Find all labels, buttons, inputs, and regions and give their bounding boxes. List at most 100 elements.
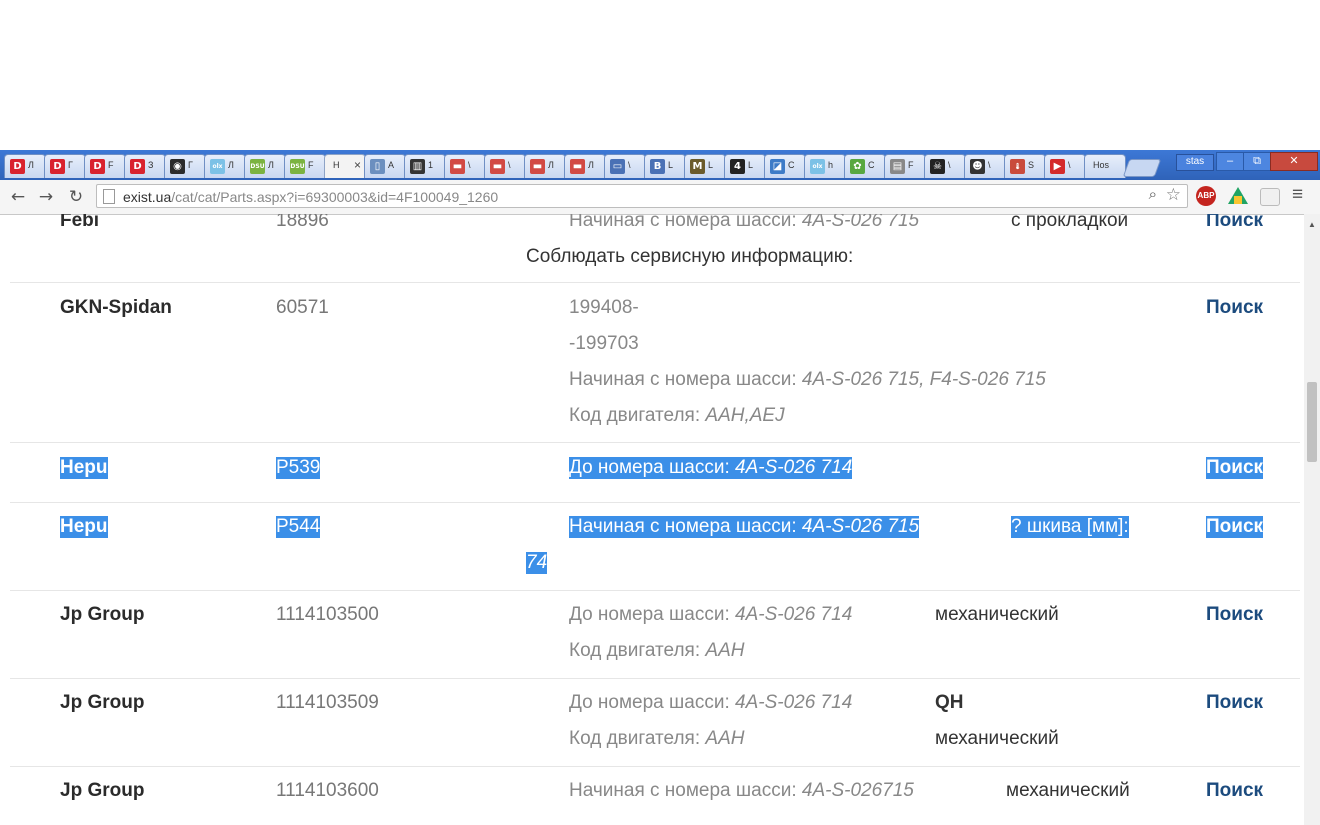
- browser-tab[interactable]: Hos: [1084, 154, 1126, 178]
- tab-label: F: [308, 160, 314, 170]
- tab-label: h: [828, 160, 834, 170]
- info-value: AAH: [705, 728, 745, 749]
- tab-favicon-icon: 🌡: [1010, 159, 1025, 174]
- tab-label: С: [868, 160, 875, 170]
- browser-tab[interactable]: DЛ: [4, 154, 46, 178]
- browser-tab[interactable]: DSU Л: [244, 154, 286, 178]
- pulley-diameter-number: 74: [526, 552, 548, 573]
- row-divider: [10, 678, 1300, 679]
- forward-button[interactable]: →: [34, 185, 58, 209]
- browser-tab[interactable]: DF: [84, 154, 126, 178]
- tab-strip: D Л D Г D F D З ◉ Гolx Л DSU Л DSU F Н × ▯ А ▥ 1 ▬ \ ▬ \ ▬ Л ▬ Л ▭ \ B L…: [0, 150, 1320, 180]
- info-label: Начиная с номера шасси:: [569, 516, 802, 537]
- part-number: 1114103600: [276, 780, 379, 801]
- browser-tab[interactable]: ▤ F: [884, 154, 926, 178]
- part-number: P544: [276, 516, 321, 538]
- browser-tab[interactable]: 🌡 S: [1004, 154, 1046, 178]
- browser-tab[interactable]: ▬ \: [444, 154, 486, 178]
- browser-tab[interactable]: DГ: [44, 154, 86, 178]
- browser-tab[interactable]: ☻ \: [964, 154, 1006, 178]
- browser-tab[interactable]: DЗ: [124, 154, 166, 178]
- back-button[interactable]: ←: [6, 185, 30, 209]
- adblock-icon[interactable]: ABP: [1196, 186, 1216, 206]
- browser-tab[interactable]: olx Л: [204, 154, 246, 178]
- close-button[interactable]: ✕: [1270, 152, 1318, 171]
- restore-button[interactable]: ⧉: [1243, 152, 1271, 171]
- browser-tab[interactable]: ◉ Г: [164, 154, 206, 178]
- search-link[interactable]: Поиск: [1206, 214, 1263, 232]
- info-label: До номера шасси:: [569, 457, 736, 478]
- browser-tab[interactable]: ▥ 1: [404, 154, 446, 178]
- part-info-line: До номера шасси: 4A-S-026 714: [569, 457, 853, 479]
- scroll-up-arrow-icon[interactable]: ▲: [1308, 220, 1316, 229]
- search-link[interactable]: Поиск: [1206, 457, 1264, 479]
- tab-favicon-icon: ▬: [490, 159, 505, 174]
- browser-toolbar: ← → ↻ exist.ua/cat/cat/Parts.aspx?i=6930…: [0, 180, 1320, 215]
- info-value: 4A-S-026 714: [735, 604, 853, 625]
- search-link[interactable]: Поиск: [1206, 297, 1263, 319]
- part-brand: Jp Group: [60, 604, 145, 625]
- info-label: Начиная с номера шасси:: [569, 369, 802, 390]
- browser-tab[interactable]: ▬ Л: [524, 154, 566, 178]
- info-label: До номера шасси:: [569, 692, 736, 713]
- chrome-menu-icon[interactable]: ≡: [1292, 184, 1303, 206]
- extension-icon[interactable]: [1260, 188, 1280, 206]
- part-info-line: До номера шасси: 4A-S-026 714: [569, 604, 852, 626]
- search-link[interactable]: Поиск: [1206, 604, 1263, 626]
- browser-tab[interactable]: olx h: [804, 154, 846, 178]
- browser-tab[interactable]: ☠ \: [924, 154, 966, 178]
- tab-label: L: [668, 160, 674, 170]
- search-link[interactable]: Поиск: [1206, 692, 1263, 714]
- browser-tab[interactable]: ▭ \: [604, 154, 646, 178]
- search-link[interactable]: Поиск: [1206, 780, 1263, 802]
- browser-tab[interactable]: 4L: [724, 154, 766, 178]
- part-brand: Febi: [60, 214, 100, 231]
- part-note: ? шкива [мм]:: [1011, 516, 1129, 538]
- part-brand: GKN-Spidan: [60, 297, 172, 318]
- tab-label: Г: [68, 160, 73, 170]
- new-tab-button[interactable]: [1122, 159, 1162, 177]
- reload-button[interactable]: ↻: [64, 185, 88, 209]
- tab-label: З: [148, 160, 154, 170]
- tab-label: Л: [268, 160, 274, 170]
- tab-favicon-icon: olx: [210, 159, 225, 174]
- browser-tab[interactable]: BL: [644, 154, 686, 178]
- tab-label: 1: [428, 160, 434, 170]
- google-drive-icon[interactable]: [1228, 187, 1248, 204]
- tab-favicon-icon: ✿: [850, 159, 865, 174]
- part-info-line: До номера шасси: 4A-S-026 714: [569, 692, 852, 714]
- browser-tab[interactable]: ▶ \: [1044, 154, 1086, 178]
- tab-label: S: [1028, 160, 1035, 170]
- scroll-thumb[interactable]: [1307, 382, 1317, 462]
- service-info-note: Соблюдать сервисную информацию:: [526, 246, 854, 267]
- user-badge[interactable]: stas: [1176, 154, 1214, 171]
- tab-favicon-icon: ☻: [970, 159, 985, 174]
- part-number: 18896: [276, 214, 329, 231]
- browser-tab[interactable]: ▬ \: [484, 154, 526, 178]
- browser-tab[interactable]: ML: [684, 154, 726, 178]
- bookmark-star-icon[interactable]: ☆: [1166, 185, 1181, 205]
- browser-tab[interactable]: Н ×: [324, 154, 366, 178]
- part-note: механический: [935, 604, 1059, 625]
- browser-tab[interactable]: ▯ А: [364, 154, 406, 178]
- address-bar[interactable]: exist.ua/cat/cat/Parts.aspx?i=69300003&i…: [96, 184, 1188, 208]
- browser-tab[interactable]: ▬ Л: [564, 154, 606, 178]
- part-note-code: QH: [935, 692, 964, 713]
- minimize-button[interactable]: –: [1216, 152, 1244, 171]
- browser-tab[interactable]: DSU F: [284, 154, 326, 178]
- info-value: AAH,AEJ: [705, 405, 785, 426]
- search-link[interactable]: Поиск: [1206, 516, 1264, 538]
- tab-close-icon[interactable]: ×: [354, 158, 361, 172]
- vertical-scrollbar[interactable]: ▲: [1304, 214, 1320, 825]
- tab-label: \: [1068, 160, 1071, 170]
- zoom-icon[interactable]: ⌕: [1149, 186, 1157, 203]
- tab-label: \: [948, 160, 951, 170]
- row-divider: [10, 442, 1300, 443]
- browser-tab[interactable]: ✿ С: [844, 154, 886, 178]
- parts-table: Febi 18896 Начиная с номера шасси: 4A-S-02…: [0, 214, 1304, 825]
- tab-favicon-icon: D: [90, 159, 105, 174]
- browser-tab[interactable]: ◪ С: [764, 154, 806, 178]
- info-value: 4A-S-026 714: [735, 692, 853, 713]
- tab-favicon-icon: ◪: [770, 159, 785, 174]
- tab-favicon-icon: ▤: [890, 159, 905, 174]
